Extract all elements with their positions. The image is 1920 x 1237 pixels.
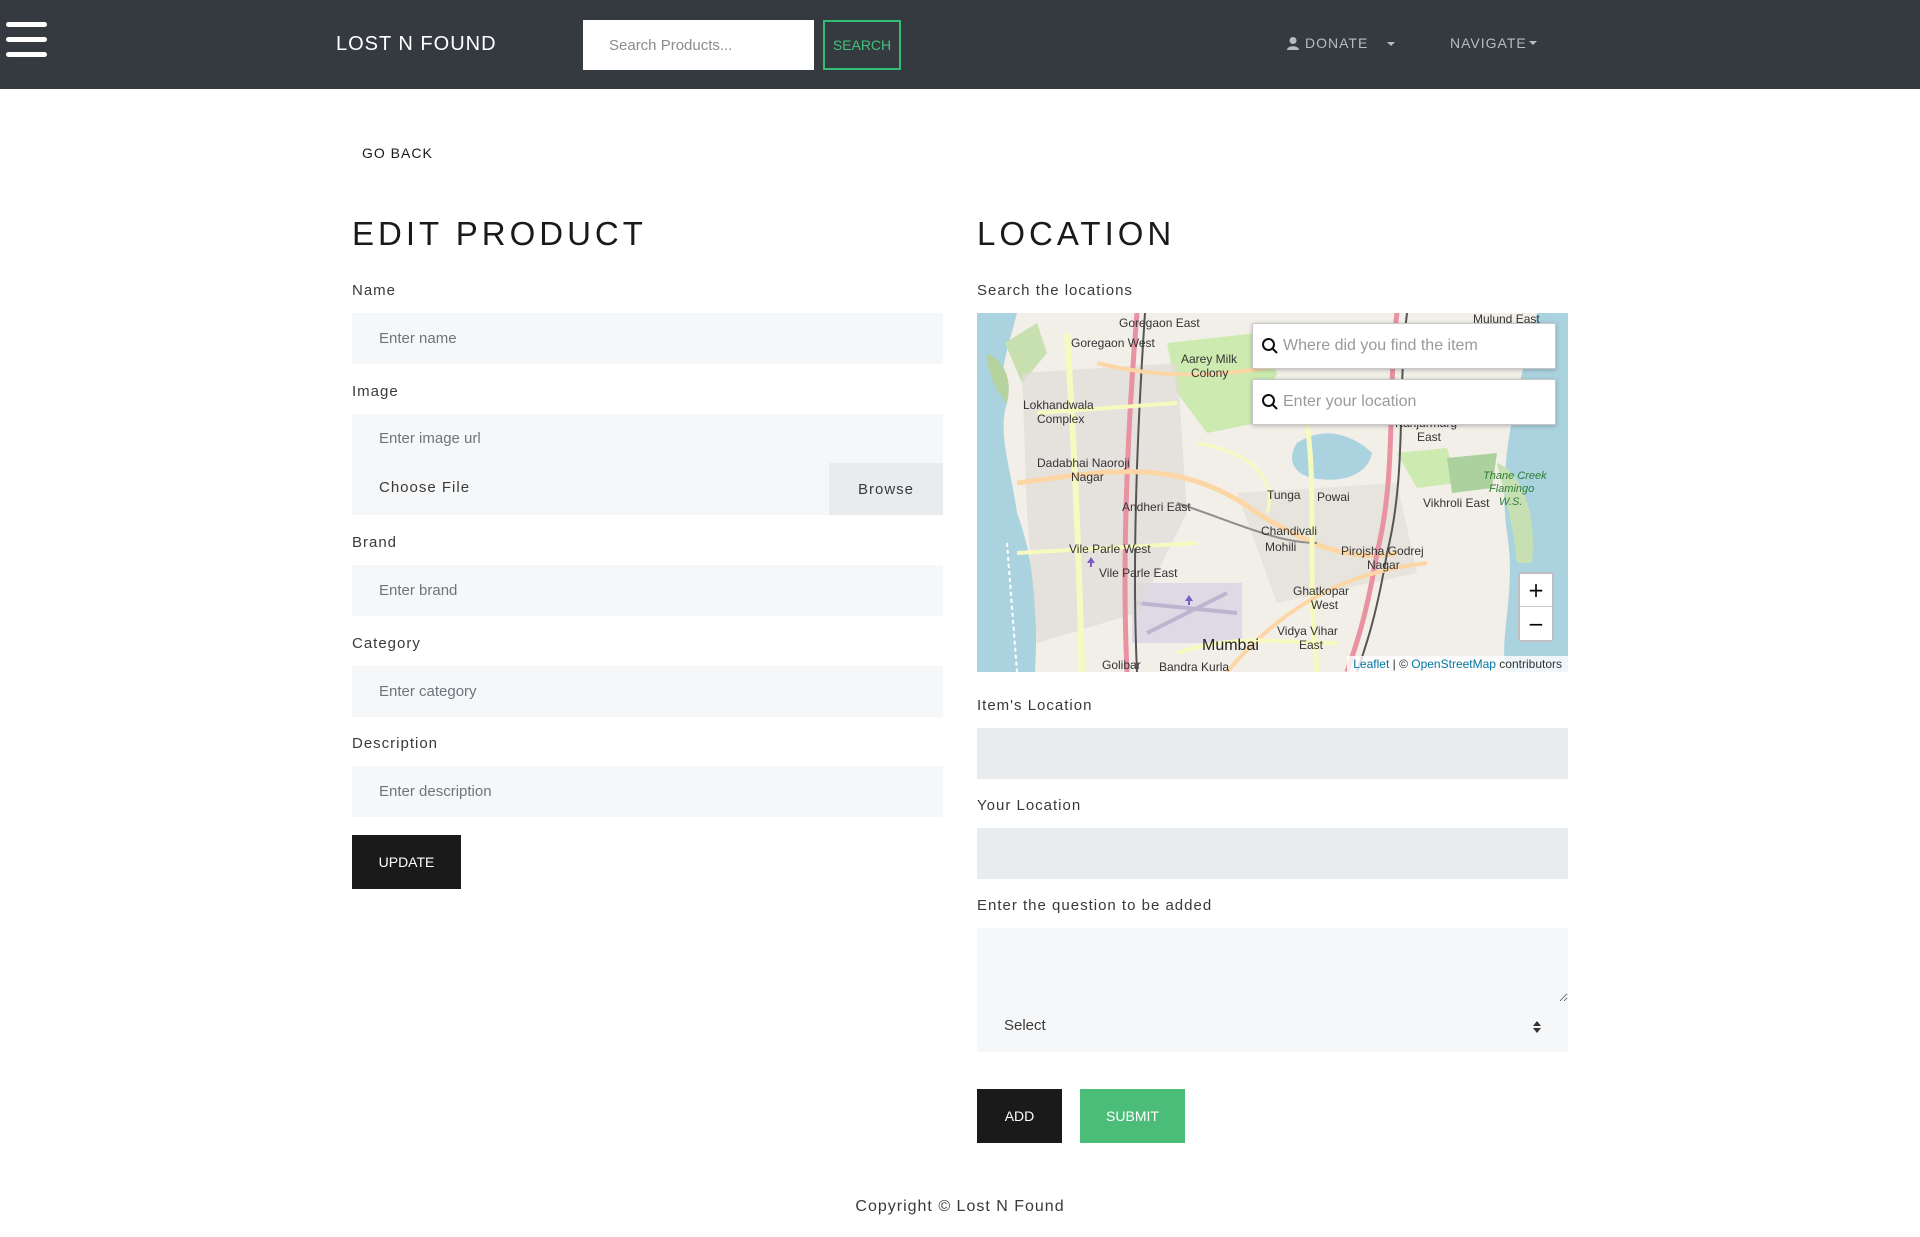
map-label-tunga: Tunga xyxy=(1267,488,1301,502)
map-label-powai: Powai xyxy=(1317,490,1350,504)
attribution-contributors: contributors xyxy=(1495,657,1562,671)
item-location-map-search[interactable] xyxy=(1252,323,1556,369)
map-label-vile-parle-east: Vile Parle East xyxy=(1099,566,1178,580)
add-button[interactable]: ADD xyxy=(977,1089,1062,1143)
map-label-andheri-east: Andheri East xyxy=(1122,500,1191,514)
donate-caret-icon[interactable] xyxy=(1387,42,1395,46)
map-label-mohili: Mohili xyxy=(1265,540,1296,554)
search-products-input[interactable] xyxy=(583,20,814,70)
leaflet-link[interactable]: Leaflet xyxy=(1353,657,1389,671)
brand-input[interactable] xyxy=(352,565,943,616)
map-label-vidya-east: East xyxy=(1299,638,1324,652)
map-label-pirojsha: Pirojsha Godrej xyxy=(1341,544,1424,558)
go-back-button[interactable]: GO BACK xyxy=(352,137,443,169)
map-label-vikhroli-east: Vikhroli East xyxy=(1423,496,1490,510)
description-label: Description xyxy=(352,735,439,752)
map-label-nagar: Nagar xyxy=(1071,470,1104,484)
category-input[interactable] xyxy=(352,666,943,717)
openstreetmap-link[interactable]: OpenStreetMap xyxy=(1411,657,1496,671)
map-label-colony: Colony xyxy=(1191,366,1228,380)
map-label-complex: Complex xyxy=(1037,412,1084,426)
image-label: Image xyxy=(352,383,399,400)
map-label-thane-creek: Thane Creek xyxy=(1483,470,1547,482)
map-label-chandivali: Chandivali xyxy=(1261,524,1317,538)
question-label: Enter the question to be added xyxy=(977,897,1213,914)
items-location-input[interactable] xyxy=(977,728,1568,779)
submit-button[interactable]: SUBMIT xyxy=(1080,1089,1185,1143)
description-input[interactable] xyxy=(352,766,943,817)
map-label-golibar: Golibar xyxy=(1102,658,1141,672)
user-location-map-search[interactable] xyxy=(1252,379,1556,425)
name-label: Name xyxy=(352,282,397,299)
your-location-input[interactable] xyxy=(977,828,1568,879)
category-label: Category xyxy=(352,635,421,652)
map-label-ghatkopar: Ghatkopar xyxy=(1293,584,1349,598)
file-picker[interactable]: Choose File Browse xyxy=(352,463,943,515)
zoom-out-button[interactable]: − xyxy=(1520,607,1552,640)
location-title: LOCATION xyxy=(977,215,1176,252)
map-label-mumbai: Mumbai xyxy=(1202,637,1259,654)
map-label-goregaon-east: Goregaon East xyxy=(1119,316,1200,330)
attribution-separator: | © xyxy=(1389,657,1412,671)
choose-file-label: Choose File xyxy=(379,479,471,496)
question-type-select[interactable]: Select xyxy=(977,1002,1568,1052)
hamburger-menu-icon[interactable] xyxy=(6,22,48,58)
select-value: Select xyxy=(1004,1017,1046,1034)
question-textarea[interactable] xyxy=(977,928,1568,1002)
image-url-input[interactable] xyxy=(352,414,943,463)
map-label-kanjur-east: East xyxy=(1417,430,1442,444)
name-input[interactable] xyxy=(352,313,943,364)
map-label-ghatkopar-west: West xyxy=(1311,598,1339,612)
brand-label: Brand xyxy=(352,534,398,551)
donate-dropdown[interactable]: DONATE xyxy=(1286,35,1368,51)
navigate-caret-icon xyxy=(1528,41,1537,45)
navbar: LOST N FOUND SEARCH DONATE NAVIGATE xyxy=(0,0,1920,89)
donate-user-icon xyxy=(1287,37,1299,50)
search-locations-label: Search the locations xyxy=(977,282,1133,299)
map-label-ws: W.S. xyxy=(1499,496,1522,508)
location-map[interactable]: Goregaon East Goregaon West Aarey Milk C… xyxy=(977,313,1568,672)
search-button[interactable]: SEARCH xyxy=(823,20,901,70)
map-label-vidya-vihar: Vidya Vihar xyxy=(1277,624,1338,638)
map-label-pirojsha-nagar: Nagar xyxy=(1367,558,1400,572)
navigate-dropdown[interactable]: NAVIGATE xyxy=(1450,35,1537,51)
navigate-label: NAVIGATE xyxy=(1450,35,1527,51)
zoom-in-button[interactable]: + xyxy=(1520,574,1552,607)
map-label-dadabhai: Dadabhai Naoroji xyxy=(1037,456,1130,470)
user-location-search-input[interactable] xyxy=(1283,393,1533,411)
select-arrows-icon xyxy=(1533,1021,1541,1033)
items-location-label: Item's Location xyxy=(977,697,1093,714)
map-label-flamingo: Flamingo xyxy=(1489,483,1534,495)
your-location-label: Your Location xyxy=(977,797,1082,814)
browse-button[interactable]: Browse xyxy=(829,463,943,515)
map-label-aarey: Aarey Milk xyxy=(1181,352,1238,366)
item-location-search-input[interactable] xyxy=(1283,337,1533,355)
search-icon xyxy=(1262,338,1278,354)
map-label-lokhandwala: Lokhandwala xyxy=(1023,398,1094,412)
map-label-bandra-kurla: Bandra Kurla xyxy=(1159,660,1229,672)
map-zoom-control: + − xyxy=(1518,572,1554,642)
footer-copyright: Copyright © Lost N Found xyxy=(855,1198,1065,1215)
search-icon xyxy=(1262,394,1278,410)
update-button[interactable]: UPDATE xyxy=(352,835,461,889)
edit-product-title: EDIT PRODUCT xyxy=(352,215,647,252)
donate-label: DONATE xyxy=(1305,35,1369,51)
map-label-goregaon-west: Goregaon West xyxy=(1071,336,1155,350)
map-attribution: Leaflet | © OpenStreetMap contributors xyxy=(1347,656,1568,672)
map-label-vile-parle-west: Vile Parle West xyxy=(1069,542,1151,556)
brand-link[interactable]: LOST N FOUND xyxy=(336,33,497,56)
